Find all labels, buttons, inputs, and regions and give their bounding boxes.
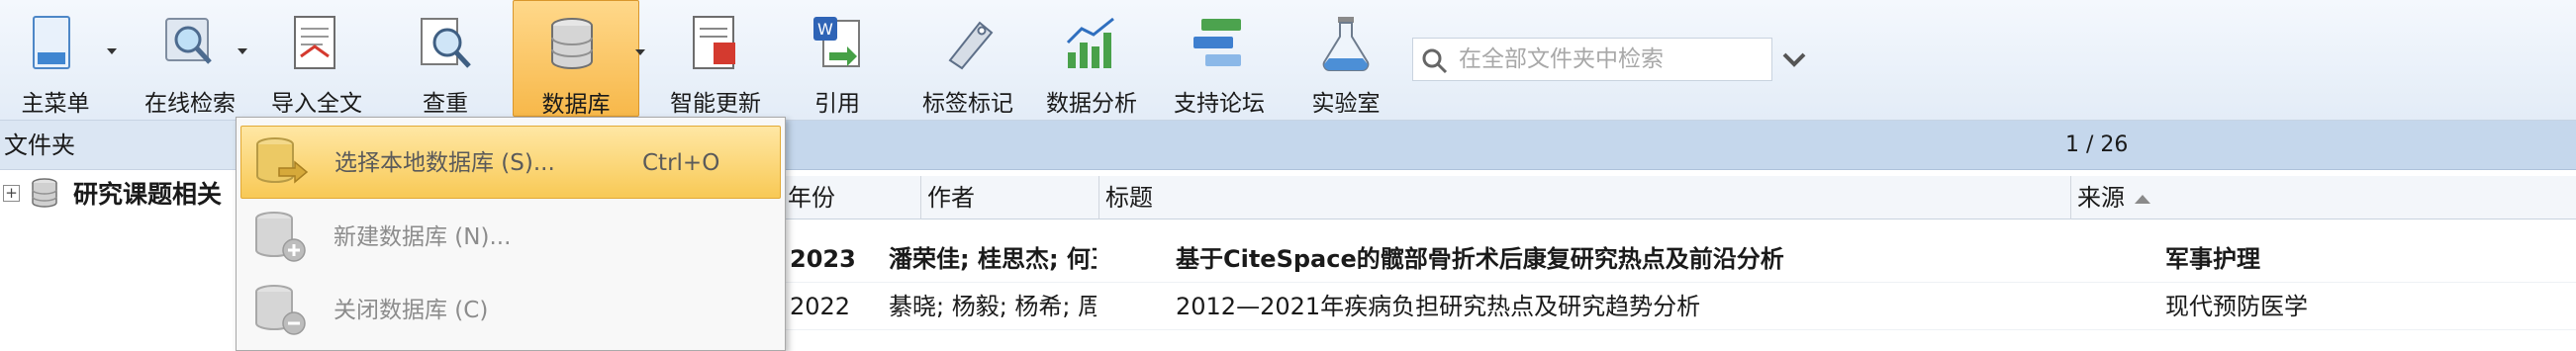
search-icon <box>1422 48 1448 74</box>
database-small-icon <box>30 177 59 209</box>
cell-source: 现代预防医学 <box>2165 293 2308 320</box>
search-input[interactable] <box>1459 43 1765 76</box>
menu-item-open-local-db[interactable]: 选择本地数据库 (S)... Ctrl+O <box>240 126 781 199</box>
cite-button[interactable]: W 引用 <box>788 0 887 117</box>
menu-item-new-db[interactable]: 新建数据库 (N)... <box>240 201 781 274</box>
tree-node-research[interactable]: + 研究课题相关 <box>0 173 222 213</box>
open-database-icon <box>251 134 311 192</box>
word-cite-icon: W <box>806 13 869 74</box>
cell-title: 2012—2021年疾病负担研究热点及研究趋势分析 <box>1176 293 1701 320</box>
menu-item-label: 关闭数据库 (C) <box>334 298 489 323</box>
import-fulltext-icon <box>285 13 348 74</box>
sort-ascending-icon <box>2135 194 2150 204</box>
menu-item-label: 选择本地数据库 (S)... <box>334 150 555 176</box>
import-fulltext-button[interactable]: 导入全文 <box>261 0 372 117</box>
cell-author: 潘荣佳; 桂思杰; 何玉... <box>889 245 1097 273</box>
tag-mark-button[interactable]: 标签标记 <box>912 0 1023 117</box>
cell-author: 綦晓; 杨毅; 杨希; 周立... <box>889 293 1097 320</box>
tree-node-label: 研究课题相关 <box>73 180 223 209</box>
online-search-button[interactable]: 在线检索 <box>135 0 247 117</box>
dedupe-icon <box>414 13 477 74</box>
flask-icon <box>1314 13 1378 74</box>
search-expand-chevron-icon[interactable] <box>1779 45 1809 73</box>
database-button[interactable]: 数据库 <box>513 0 645 118</box>
menu-item-close-db[interactable]: 关闭数据库 (C) <box>240 274 781 347</box>
column-header-year[interactable]: 年份 <box>782 176 920 219</box>
column-header-author[interactable]: 作者 <box>920 176 1098 219</box>
column-header-source[interactable]: 来源 <box>2070 176 2576 219</box>
main-menu-button[interactable]: 主菜单 <box>8 0 117 117</box>
smart-update-icon <box>684 13 747 74</box>
ribbon-toolbar: 主菜单 在线检索 导入全文 查重 数据库 智能更新 W 引用 标签标记 数据分析… <box>0 0 2576 121</box>
menu-item-shortcut: Ctrl+O <box>642 150 720 176</box>
database-dropdown-menu: 选择本地数据库 (S)... Ctrl+O 新建数据库 (N)... 关闭数据库… <box>236 117 786 351</box>
pager-bar: 1 / 26 <box>782 121 2576 170</box>
menu-item-label: 新建数据库 (N)... <box>334 224 512 250</box>
expand-plus-icon[interactable]: + <box>3 184 20 202</box>
bar-chart-icon <box>1060 13 1123 74</box>
database-icon <box>544 14 645 75</box>
smart-update-button[interactable]: 智能更新 <box>651 0 780 117</box>
dedupe-button[interactable]: 查重 <box>396 0 495 117</box>
cell-source: 军事护理 <box>2165 245 2260 273</box>
support-forum-button[interactable]: 支持论坛 <box>1164 0 1275 117</box>
lab-button[interactable]: 实验室 <box>1298 0 1393 117</box>
page-indicator: 1 / 26 <box>2065 132 2129 157</box>
new-database-icon <box>250 209 310 266</box>
data-analysis-button[interactable]: 数据分析 <box>1039 0 1144 117</box>
forum-icon <box>1188 13 1251 74</box>
table-row[interactable]: 2022 綦晓; 杨毅; 杨希; 周立... 2012—2021年疾病负担研究热… <box>782 283 2576 330</box>
column-headers: 年份 作者 标题 来源 <box>782 176 2576 219</box>
svg-text:W: W <box>817 20 833 39</box>
column-header-title[interactable]: 标题 <box>1098 176 2070 219</box>
main-menu-icon <box>24 13 117 74</box>
tag-icon <box>936 13 1000 74</box>
table-row[interactable]: 2023 潘荣佳; 桂思杰; 何玉... 基于CiteSpace的髋部骨折术后康… <box>782 235 2576 283</box>
search-box[interactable] <box>1412 38 1772 81</box>
online-search-icon <box>158 13 247 74</box>
cell-title: 基于CiteSpace的髋部骨折术后康复研究热点及前沿分析 <box>1176 245 1784 273</box>
close-database-icon <box>250 282 310 339</box>
